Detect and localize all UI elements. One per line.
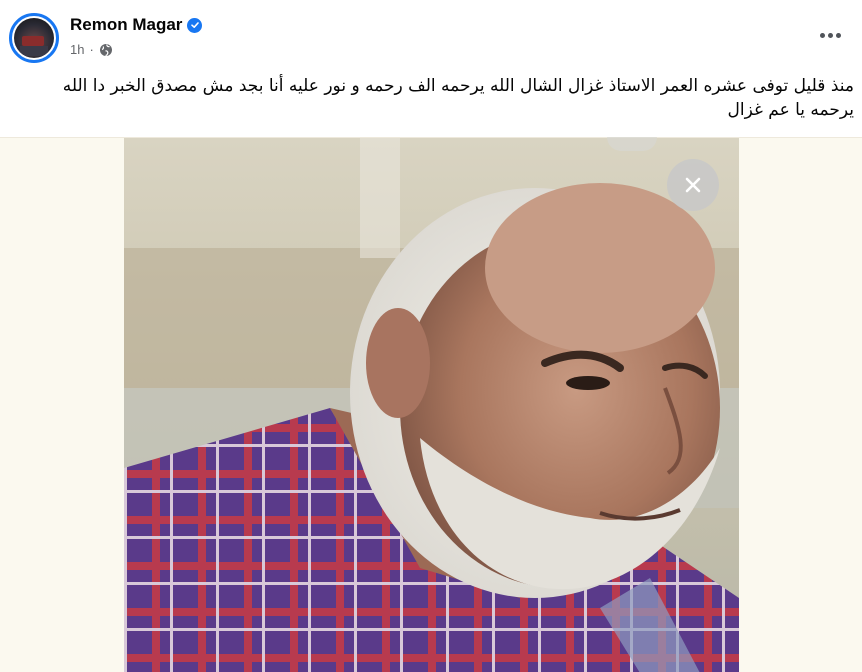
post-text-line: يرحمه يا عم غزال — [727, 100, 855, 120]
post-timestamp[interactable]: 1h — [70, 42, 84, 57]
post-meta: 1h · — [70, 42, 113, 57]
post-header: Remon Magar 1h · — [0, 0, 862, 68]
author-name[interactable]: Remon Magar — [70, 15, 182, 35]
post-text: منذ قليل توفى عشره العمر الاستاذ غزال ال… — [16, 74, 854, 122]
more-dot — [827, 32, 833, 38]
author-avatar[interactable] — [9, 13, 59, 63]
author-name-row: Remon Magar — [70, 15, 203, 35]
facebook-post: Remon Magar 1h · منذ قليل توفى عشره العم… — [0, 0, 862, 672]
photo-image — [124, 138, 739, 672]
verified-badge-icon — [187, 17, 203, 33]
carousel-indicator — [607, 137, 657, 151]
avatar-image — [14, 18, 54, 58]
more-dot — [835, 32, 841, 38]
close-icon[interactable] — [667, 159, 719, 211]
globe-icon[interactable] — [99, 43, 113, 57]
meta-separator: · — [89, 42, 94, 57]
post-photo[interactable] — [0, 137, 862, 672]
post-text-line: منذ قليل توفى عشره العمر الاستاذ غزال ال… — [62, 76, 854, 96]
more-options-icon[interactable] — [812, 22, 848, 48]
more-dot — [819, 32, 825, 38]
